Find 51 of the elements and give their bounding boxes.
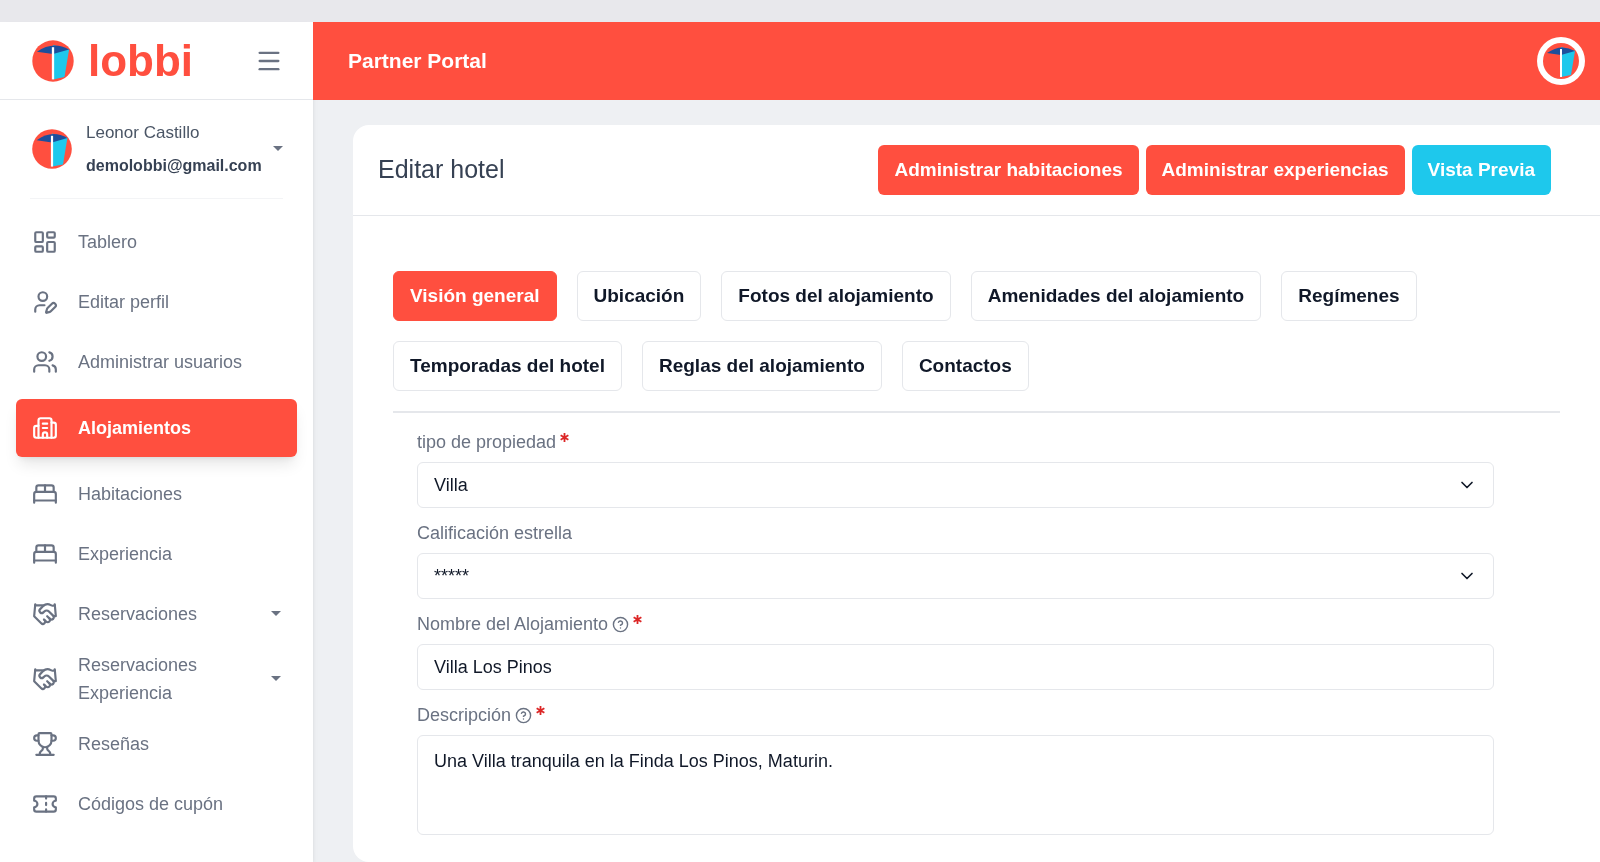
logo-icon xyxy=(30,37,76,84)
avatar-icon xyxy=(30,126,74,171)
tab[interactable]: Ubicación xyxy=(576,271,702,321)
tab[interactable]: Reglas del alojamiento xyxy=(641,341,882,391)
action-button[interactable]: Administrar habitaciones xyxy=(878,145,1139,195)
help-icon[interactable] xyxy=(515,707,533,724)
sidebar-item[interactable]: Alojamientos xyxy=(16,398,297,457)
select-field[interactable]: Villa xyxy=(417,462,1494,508)
field-label: tipo de propiedad xyxy=(417,431,557,454)
sidebar-item[interactable]: Reservaciones xyxy=(16,590,297,637)
caret-icon[interactable] xyxy=(271,676,281,681)
field-label: Calificación estrella xyxy=(417,522,573,545)
field-label: Descripción xyxy=(417,704,512,727)
trophy-icon xyxy=(32,730,58,757)
sidebar-item[interactable]: Códigos de cupón xyxy=(16,780,297,827)
tab[interactable]: Fotos del alojamiento xyxy=(721,271,951,321)
sidebar-item[interactable]: Experiencia xyxy=(16,530,297,577)
field-label: Nombre del Alojamiento xyxy=(417,613,609,636)
tab[interactable]: Regímenes xyxy=(1281,271,1417,321)
user-edit-icon xyxy=(32,288,58,315)
help-icon[interactable] xyxy=(612,616,630,633)
description-field[interactable]: Una Villa tranquila en la Finda Los Pinos, Maturin. xyxy=(417,735,1494,835)
portal-title: Partner Portal xyxy=(348,48,487,75)
sidebar-item[interactable]: Tablero xyxy=(16,218,297,265)
sidebar-item[interactable]: Reseñas xyxy=(16,720,297,767)
handshake-icon xyxy=(32,600,58,627)
tab[interactable]: Temporadas del hotel xyxy=(393,341,622,391)
action-button[interactable]: Administrar experiencias xyxy=(1145,145,1405,195)
required-asterisk-icon xyxy=(560,433,570,442)
handshake-icon xyxy=(32,665,58,692)
input-field[interactable]: Villa Los Pinos xyxy=(417,644,1494,690)
tab[interactable]: Visión general xyxy=(393,271,557,321)
users-icon xyxy=(32,348,58,375)
logo-text: lobbi xyxy=(88,38,194,83)
account-icon xyxy=(1541,41,1581,81)
user-name: Leonor Castillo xyxy=(86,122,201,144)
sidebar-item[interactable]: Editar perfil xyxy=(16,278,297,325)
building-icon xyxy=(32,414,58,441)
tab[interactable]: Contactos xyxy=(901,341,1029,391)
sidebar-item[interactable]: Reservaciones Experiencia xyxy=(16,650,297,707)
required-asterisk-icon xyxy=(633,615,643,624)
required-asterisk-icon xyxy=(536,706,546,715)
sidebar-item[interactable]: Habitaciones xyxy=(16,470,297,517)
select-field[interactable]: ***** xyxy=(417,553,1494,599)
sidebar-item[interactable]: Administrar usuarios xyxy=(16,338,297,385)
caret-icon[interactable] xyxy=(273,146,283,152)
dashboard-icon xyxy=(32,228,58,255)
tab[interactable]: Amenidades del alojamiento xyxy=(970,271,1262,321)
caret-icon[interactable] xyxy=(271,611,281,616)
page-title: Editar hotel xyxy=(378,154,505,186)
user-email: demolobbi@gmail.com xyxy=(86,155,262,176)
